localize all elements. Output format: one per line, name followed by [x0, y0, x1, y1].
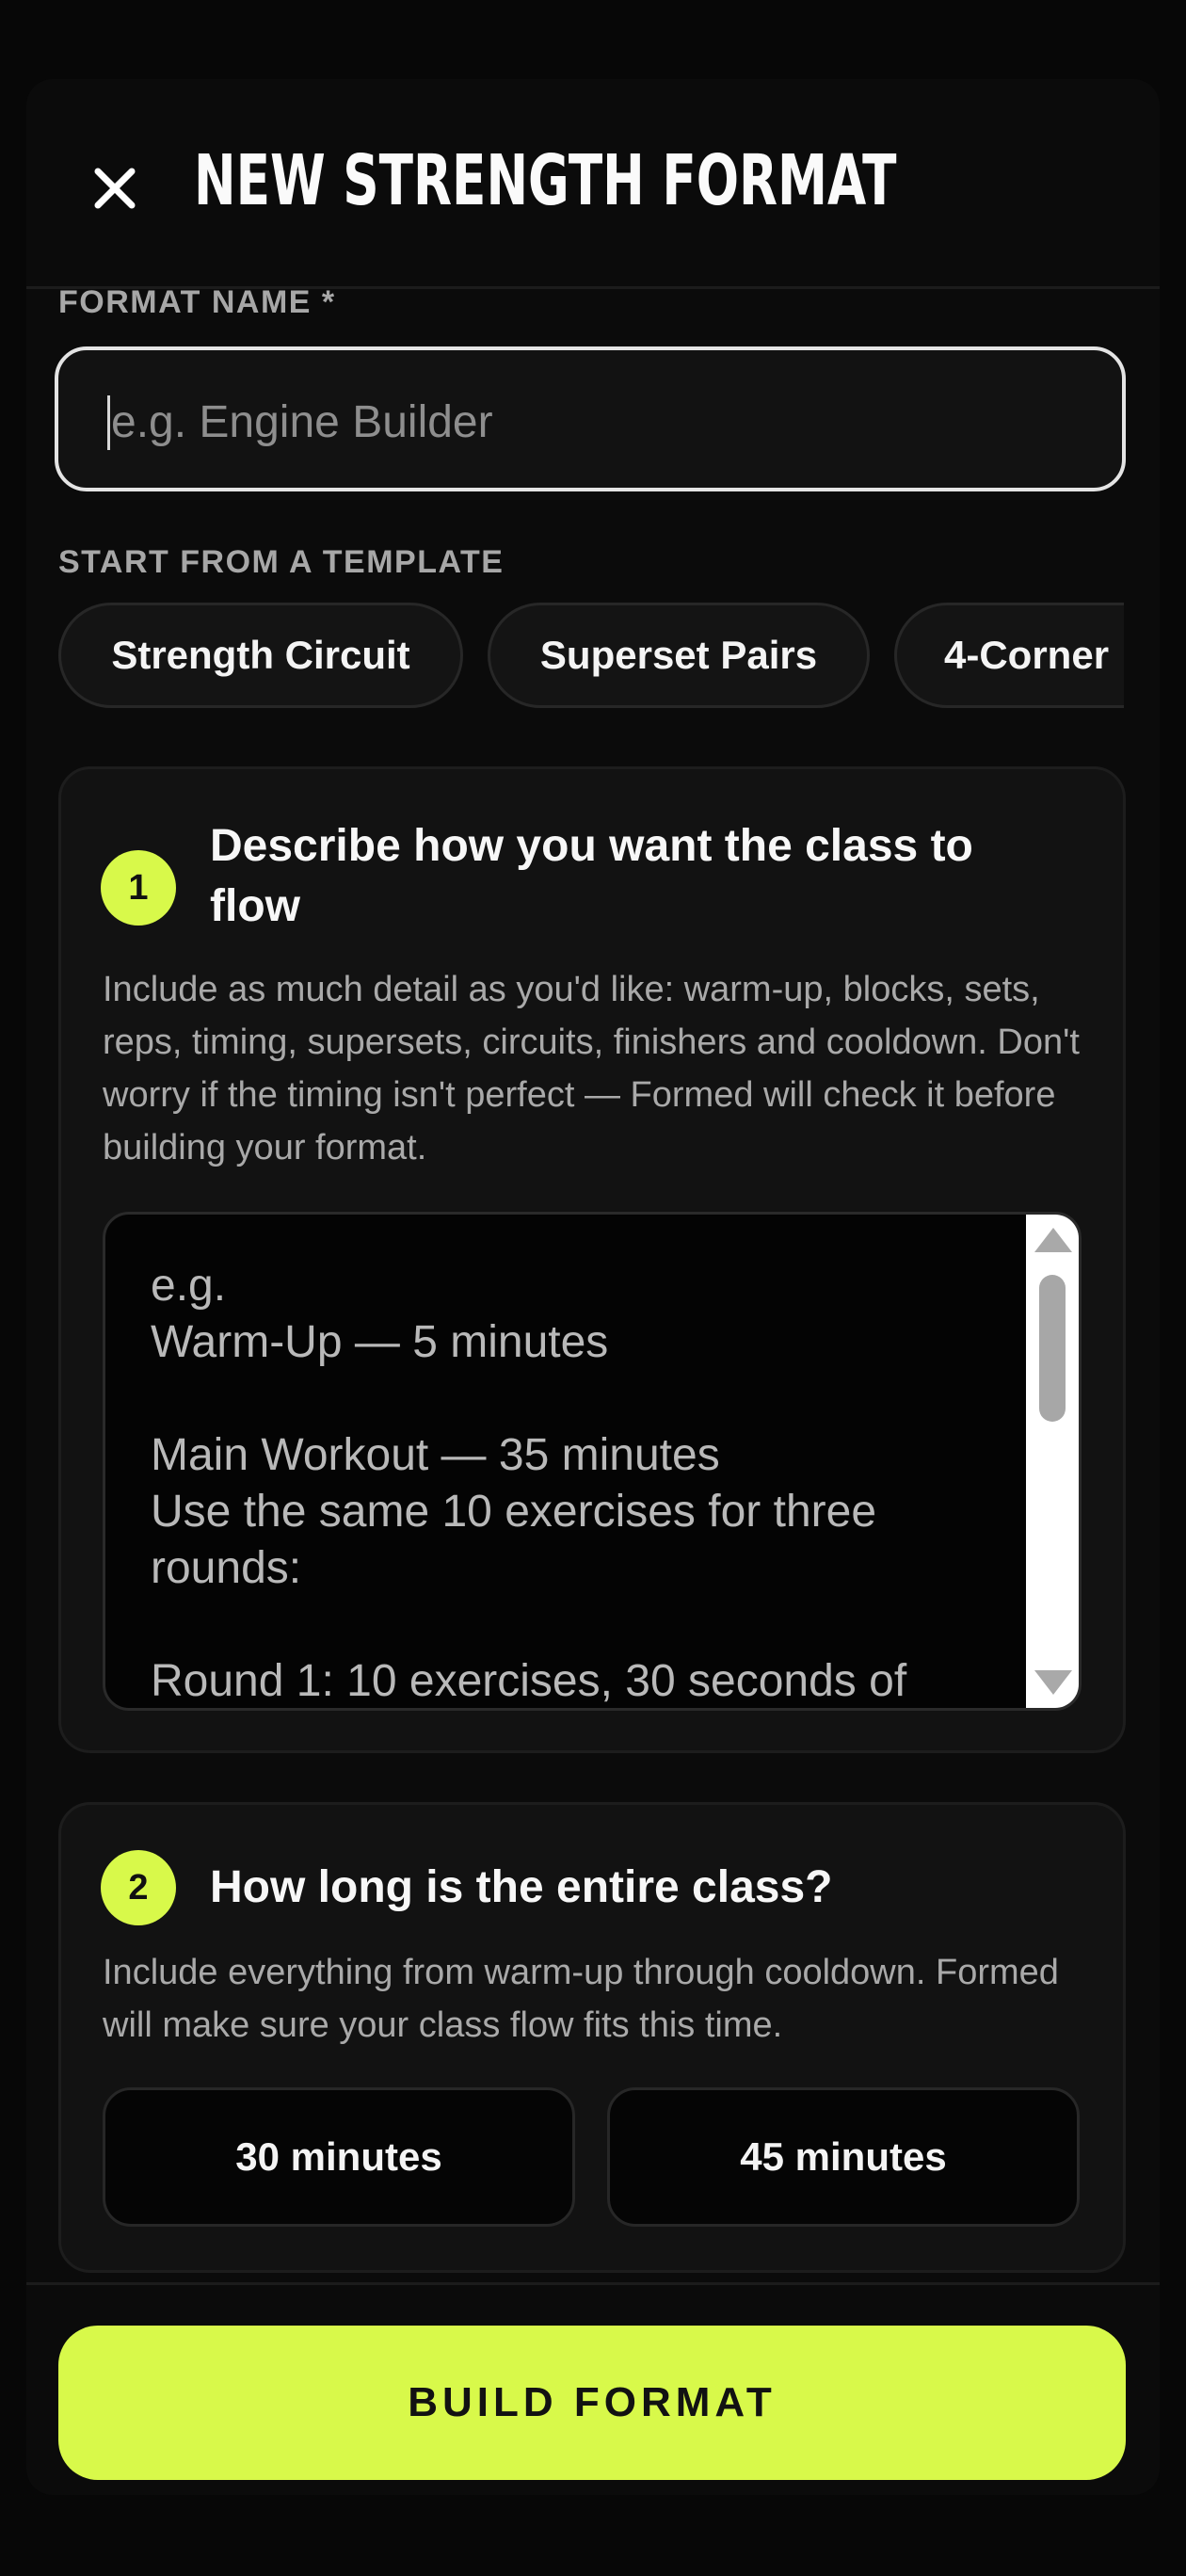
step-2-card: 2 How long is the entire class? Include …: [58, 1802, 1126, 2273]
duration-option-45[interactable]: 45 minutes: [607, 2087, 1080, 2227]
build-format-button[interactable]: BUILD FORMAT: [58, 2326, 1126, 2480]
step-2-description: Include everything from warm-up through …: [103, 1953, 1059, 2045]
class-flow-textarea[interactable]: e.g. Warm-Up — 5 minutes Main Workout — …: [103, 1212, 1082, 1711]
step-1-title: Describe how you want the class to flow: [210, 821, 973, 931]
step-1-card: 1 Describe how you want the class to flo…: [58, 766, 1126, 1753]
template-chip-4-corner[interactable]: 4-Corner: [894, 603, 1124, 708]
step-1-badge: 1: [101, 850, 176, 926]
format-name-label: FORMAT NAME *: [58, 284, 336, 320]
template-chip-strength-circuit[interactable]: Strength Circuit: [58, 603, 463, 708]
class-flow-placeholder: e.g. Warm-Up — 5 minutes Main Workout — …: [151, 1261, 907, 1706]
new-format-sheet: NEW STRENGTH FORMAT FORMAT NAME * e.g. E…: [26, 79, 1160, 2495]
textarea-scrollbar[interactable]: [1026, 1215, 1079, 1708]
duration-option-30[interactable]: 30 minutes: [103, 2087, 575, 2227]
step-2-badge: 2: [101, 1850, 176, 1925]
format-name-input[interactable]: e.g. Engine Builder: [55, 346, 1126, 491]
format-name-placeholder: e.g. Engine Builder: [111, 397, 493, 447]
step-2-title: How long is the entire class?: [210, 1862, 833, 1912]
scroll-thumb[interactable]: [1039, 1275, 1066, 1422]
text-caret: [107, 395, 110, 450]
footer-divider: [26, 2282, 1160, 2285]
page-title: NEW STRENGTH FORMAT: [194, 140, 897, 221]
sheet-header: NEW STRENGTH FORMAT: [26, 79, 1160, 286]
sheet-footer: BUILD FORMAT: [26, 2282, 1160, 2495]
template-chip-superset-pairs[interactable]: Superset Pairs: [488, 603, 870, 708]
step-1-description: Include as much detail as you'd like: wa…: [103, 970, 1080, 1167]
scroll-down-arrow-icon[interactable]: [1034, 1670, 1072, 1695]
scroll-up-arrow-icon[interactable]: [1034, 1228, 1072, 1252]
template-chip-row: Strength Circuit Superset Pairs 4-Corner: [58, 603, 1124, 712]
close-icon[interactable]: [81, 154, 149, 222]
template-label: START FROM A TEMPLATE: [58, 544, 505, 580]
